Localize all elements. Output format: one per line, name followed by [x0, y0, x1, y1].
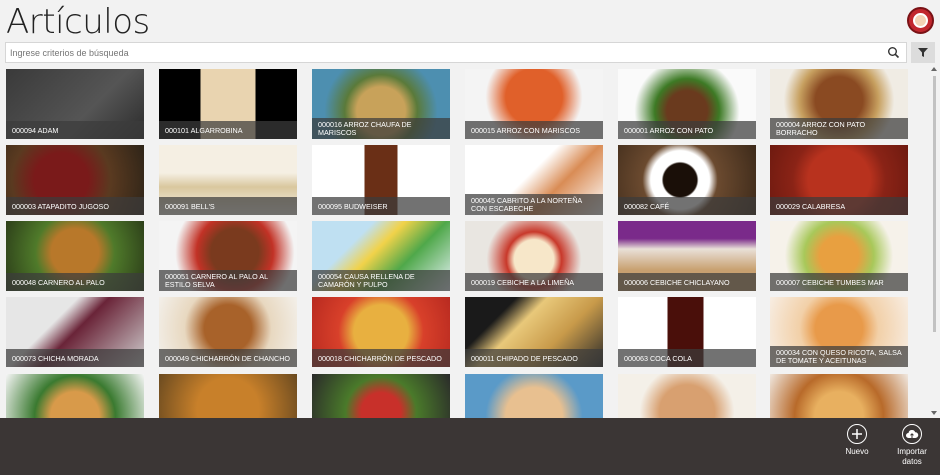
- article-tile[interactable]: 000063 COCA COLA: [618, 297, 756, 367]
- article-label: 000034 CON QUESO RICOTA, SALSA DE TOMATE…: [770, 346, 908, 367]
- article-label: 000003 ATAPADITO JUGOSO: [6, 197, 144, 215]
- article-label: 000001 ARROZ CON PATO: [618, 121, 756, 139]
- page-title: Artículos: [6, 2, 150, 42]
- app-bar: Nuevo Importar datos: [0, 418, 940, 475]
- add-circle-icon: [847, 424, 867, 444]
- article-label: 000054 CAUSA RELLENA DE CAMARÓN Y PULPO: [312, 270, 450, 291]
- article-tile[interactable]: 000091 BELL'S: [159, 145, 297, 215]
- article-label: 000091 BELL'S: [159, 197, 297, 215]
- user-avatar[interactable]: [907, 7, 934, 34]
- new-button[interactable]: Nuevo: [833, 424, 881, 457]
- article-tile[interactable]: [159, 374, 297, 418]
- search-box[interactable]: [5, 42, 907, 63]
- article-tile[interactable]: 000094 ADAM: [6, 69, 144, 139]
- article-label: 000094 ADAM: [6, 121, 144, 139]
- article-tile[interactable]: 000034 CON QUESO RICOTA, SALSA DE TOMATE…: [770, 297, 908, 367]
- article-tile[interactable]: [312, 374, 450, 418]
- article-label: 000019 CEBICHE A LA LIMEÑA: [465, 273, 603, 291]
- article-tile[interactable]: 000016 ARROZ CHAUFA DE MARISCOS: [312, 69, 450, 139]
- article-tile[interactable]: 000082 CAFÉ: [618, 145, 756, 215]
- article-label: 000045 CABRITO A LA NORTEÑA CON ESCABECH…: [465, 194, 603, 215]
- article-label: 000073 CHICHA MORADA: [6, 349, 144, 367]
- article-label: 000015 ARROZ CON MARISCOS: [465, 121, 603, 139]
- article-label: 000063 COCA COLA: [618, 349, 756, 367]
- article-label: 000082 CAFÉ: [618, 197, 756, 215]
- article-tile[interactable]: 000049 CHICHARRÓN DE CHANCHO: [159, 297, 297, 367]
- article-label: 000029 CALABRESA: [770, 197, 908, 215]
- article-tile[interactable]: 000004 ARROZ CON PATO BORRACHO: [770, 69, 908, 139]
- article-tile[interactable]: 000054 CAUSA RELLENA DE CAMARÓN Y PULPO: [312, 221, 450, 291]
- article-tile[interactable]: 000095 BUDWEISER: [312, 145, 450, 215]
- article-label: 000048 CARNERO AL PALO: [6, 273, 144, 291]
- scroll-thumb[interactable]: [933, 76, 936, 332]
- article-image: [6, 374, 144, 418]
- article-label: 000007 CEBICHE TUMBES MAR: [770, 273, 908, 291]
- article-label: 000004 ARROZ CON PATO BORRACHO: [770, 118, 908, 139]
- articles-grid: 000094 ADAM 000101 ALGARROBINA 000016 ARRO…: [6, 69, 916, 418]
- article-tile[interactable]: 000015 ARROZ CON MARISCOS: [465, 69, 603, 139]
- import-button-label: Importar datos: [897, 447, 927, 466]
- article-tile[interactable]: 000048 CARNERO AL PALO: [6, 221, 144, 291]
- search-input[interactable]: [6, 43, 866, 63]
- article-image: [159, 374, 297, 418]
- article-tile[interactable]: [618, 374, 756, 418]
- article-tile[interactable]: 000001 ARROZ CON PATO: [618, 69, 756, 139]
- article-label: 000018 CHICHARRÓN DE PESCADO: [312, 349, 450, 367]
- import-button[interactable]: Importar datos: [888, 424, 936, 467]
- article-image: [618, 374, 756, 418]
- article-tile[interactable]: 000051 CARNERO AL PALO AL ESTILO SELVA: [159, 221, 297, 291]
- article-tile[interactable]: [465, 374, 603, 418]
- filter-button[interactable]: [911, 42, 935, 63]
- article-label: 000101 ALGARROBINA: [159, 121, 297, 139]
- scrollbar[interactable]: [929, 64, 940, 418]
- filter-icon: [918, 48, 928, 57]
- scroll-down-arrow[interactable]: [931, 411, 937, 415]
- article-tile[interactable]: 000006 CEBICHE CHICLAYANO: [618, 221, 756, 291]
- article-label: 000011 CHIPADO DE PESCADO: [465, 349, 603, 367]
- article-image: [312, 374, 450, 418]
- article-tile[interactable]: 000011 CHIPADO DE PESCADO: [465, 297, 603, 367]
- new-button-label: Nuevo: [845, 447, 869, 456]
- cloud-upload-icon: [902, 424, 922, 444]
- search-icon[interactable]: [887, 46, 900, 59]
- article-label: 000016 ARROZ CHAUFA DE MARISCOS: [312, 118, 450, 139]
- article-label: 000049 CHICHARRÓN DE CHANCHO: [159, 349, 297, 367]
- article-tile[interactable]: 000101 ALGARROBINA: [159, 69, 297, 139]
- article-tile[interactable]: 000073 CHICHA MORADA: [6, 297, 144, 367]
- scroll-up-arrow[interactable]: [931, 67, 937, 71]
- article-tile[interactable]: [770, 374, 908, 418]
- article-tile[interactable]: 000003 ATAPADITO JUGOSO: [6, 145, 144, 215]
- article-label: 000095 BUDWEISER: [312, 197, 450, 215]
- article-image: [770, 374, 908, 418]
- article-tile[interactable]: [6, 374, 144, 418]
- article-tile[interactable]: 000045 CABRITO A LA NORTEÑA CON ESCABECH…: [465, 145, 603, 215]
- article-image: [465, 374, 603, 418]
- article-label: 000006 CEBICHE CHICLAYANO: [618, 273, 756, 291]
- article-tile[interactable]: 000018 CHICHARRÓN DE PESCADO: [312, 297, 450, 367]
- article-label: 000051 CARNERO AL PALO AL ESTILO SELVA: [159, 270, 297, 291]
- article-tile[interactable]: 000019 CEBICHE A LA LIMEÑA: [465, 221, 603, 291]
- article-tile[interactable]: 000029 CALABRESA: [770, 145, 908, 215]
- article-tile[interactable]: 000007 CEBICHE TUMBES MAR: [770, 221, 908, 291]
